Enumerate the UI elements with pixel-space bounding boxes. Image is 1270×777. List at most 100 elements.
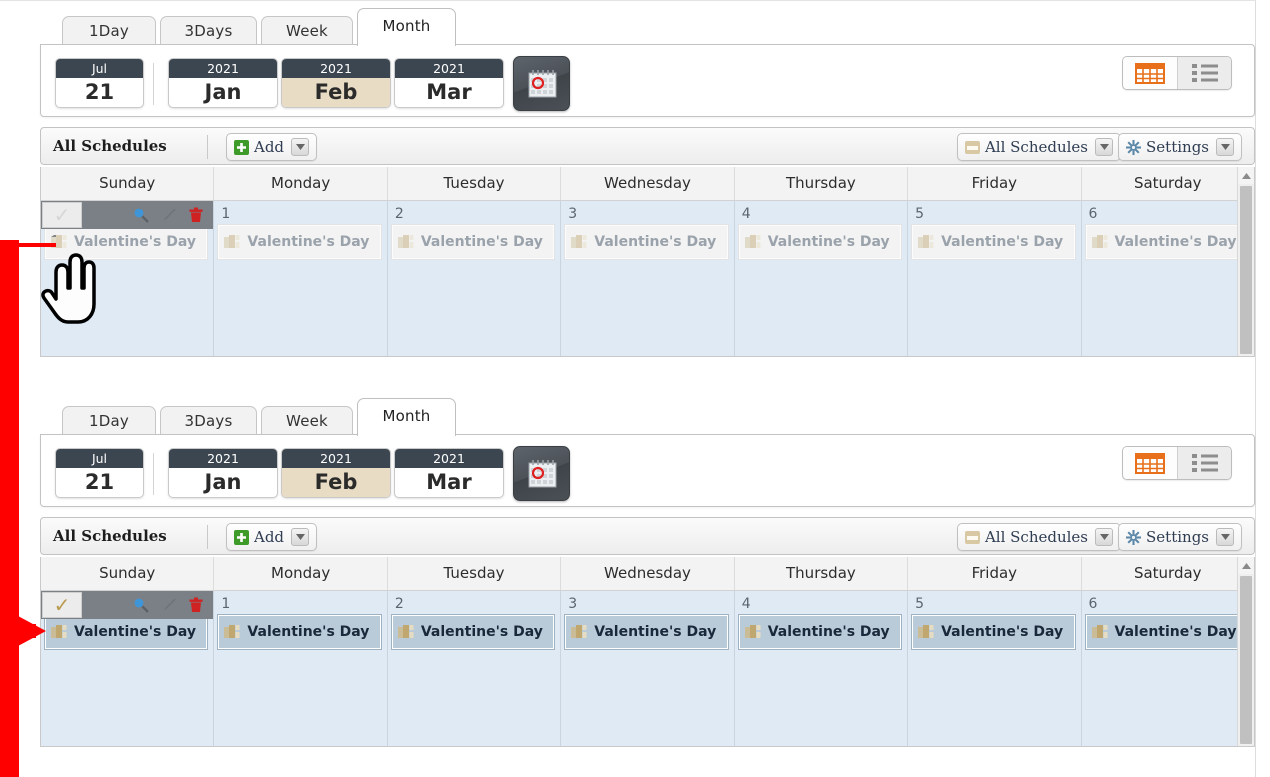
toolbar-separator [207,525,208,549]
tab-week[interactable]: Week [261,16,353,46]
day-cell-tuesday[interactable]: 2 Valentine's Day [387,591,562,746]
filter-chevron-down-icon[interactable] [1095,528,1113,546]
calendar-picker-button[interactable] [513,56,570,111]
event-chip-label: Valentine's Day [74,623,196,640]
schedule-filter-button[interactable]: All Schedules [956,133,1121,161]
settings-chevron-down-icon[interactable] [1216,138,1234,156]
calendar-view-button[interactable] [1123,57,1177,89]
event-chip[interactable]: Valentine's Day [217,614,382,650]
schedule-filter-button[interactable]: All Schedules [956,523,1121,551]
select-checkbox[interactable]: ✓ [42,202,82,228]
trash-icon[interactable] [189,207,203,223]
filter-chevron-down-icon[interactable] [1095,138,1113,156]
event-chip-label: Valentine's Day [941,623,1064,640]
settings-chevron-down-icon[interactable] [1216,528,1234,546]
event-chip[interactable]: Valentine's Day [1084,224,1249,260]
scroll-up-arrow-icon[interactable] [1238,167,1254,184]
event-chip[interactable]: Valentine's Day [564,224,729,260]
event-chip[interactable]: Valentine's Day [911,614,1076,650]
event-chip[interactable]: Valentine's Day [217,224,382,260]
weekday-wednesday: Wednesday [561,557,735,590]
day-cell-monday[interactable]: 1 Valentine's Day [214,591,388,746]
add-button-label: Add [254,528,285,546]
day-cell-thursday[interactable]: 4 Valentine's Day [734,591,909,746]
pencil-icon[interactable] [161,597,177,613]
date-button-mar[interactable]: 2021 Mar [394,448,504,498]
date-button-jan[interactable]: 2021 Jan [168,58,278,108]
event-chip-label: Valentine's Day [1114,233,1237,250]
date-button-feb[interactable]: 2021 Feb [281,448,391,498]
tab-3days[interactable]: 3Days [160,16,257,46]
event-chip[interactable]: Valentine's Day [737,614,903,650]
add-chevron-down-icon[interactable] [291,528,310,546]
event-chip-label: Valentine's Day [420,623,543,640]
date-button-day[interactable]: Jul 21 [55,448,144,498]
calendar-view-button[interactable] [1123,447,1177,479]
magnifier-icon[interactable] [133,597,150,613]
date-button-mar-year: 2021 [395,449,503,468]
day-cell-wednesday[interactable]: 3 Valentine's Day [561,591,735,746]
date-divider [153,453,154,495]
day-cell-thursday[interactable]: 4 Valentine's Day [734,201,909,356]
weekday-monday: Monday [214,167,388,200]
list-view-button[interactable] [1177,447,1231,479]
add-button[interactable]: Add [226,523,318,551]
tab-week[interactable]: Week [261,406,353,436]
pencil-icon[interactable] [161,207,177,223]
event-chip[interactable]: Valentine's Day [390,224,556,260]
select-checkbox[interactable]: ✓ [42,592,82,618]
blocks-icon [918,235,934,248]
plus-icon [234,139,249,155]
day-cell-saturday[interactable]: 6 Valentine's Day [1081,591,1254,746]
calendar-grid-icon [1135,453,1165,474]
settings-button[interactable]: Settings [1118,523,1242,551]
toolbar-title: All Schedules [53,527,167,545]
day-cell-friday[interactable]: 5 Valentine's Day [908,591,1082,746]
event-chip-label: Valentine's Day [74,233,196,250]
scrollbar-thumb[interactable] [1240,186,1252,354]
event-chip[interactable]: Valentine's Day [43,614,209,650]
annotation-bar [0,240,19,777]
date-navigation-bar-bottom: Jul 21 2021 Jan 2021 Feb 2021 Mar [40,434,1255,507]
add-chevron-down-icon[interactable] [291,138,310,156]
event-chip[interactable]: Valentine's Day [1084,614,1249,650]
trash-icon[interactable] [189,597,203,613]
tab-1day[interactable]: 1Day [62,406,156,436]
calendar-picker-icon [528,70,557,98]
event-chip[interactable]: Valentine's Day [911,224,1076,260]
weekday-friday: Friday [908,167,1082,200]
day-cell-friday[interactable]: 5 Valentine's Day [908,201,1082,356]
date-button-day-month: Jul [56,449,143,468]
list-view-button[interactable] [1177,57,1231,89]
event-chip[interactable]: Valentine's Day [390,614,556,650]
add-button[interactable]: Add [226,133,318,161]
magnifier-icon[interactable] [133,207,150,223]
settings-button[interactable]: Settings [1118,133,1242,161]
tab-month[interactable]: Month [357,8,456,46]
date-button-jan-month: Jan [204,470,242,494]
scrollbar-thumb[interactable] [1240,576,1252,744]
event-chip[interactable]: Valentine's Day [564,614,729,650]
day-cell-saturday[interactable]: 6 Valentine's Day [1081,201,1254,356]
date-button-mar[interactable]: 2021 Mar [394,58,504,108]
day-cell-sunday[interactable]: ✓ Valentine's Day [41,591,215,746]
day-cell-wednesday[interactable]: 3 Valentine's Day [561,201,735,356]
scroll-up-arrow-icon[interactable] [1238,557,1254,574]
tab-3days[interactable]: 3Days [160,406,257,436]
date-button-jan[interactable]: 2021 Jan [168,448,278,498]
date-button-feb-year: 2021 [282,449,390,468]
tab-month[interactable]: Month [357,398,456,436]
calendar-picker-button[interactable] [513,446,570,501]
tab-1day[interactable]: 1Day [62,16,156,46]
event-chip[interactable]: Valentine's Day [737,224,903,260]
date-button-day[interactable]: Jul 21 [55,58,144,108]
blocks-icon [51,235,67,248]
day-cell-tuesday[interactable]: 2 Valentine's Day [387,201,562,356]
schedule-toolbar-bottom: All Schedules Add All Schedules Settings [40,517,1255,555]
calendar-scrollbar-bottom[interactable] [1237,557,1254,746]
weekday-thursday: Thursday [735,557,909,590]
schedule-folder-icon [964,140,980,154]
date-button-feb[interactable]: 2021 Feb [281,58,391,108]
calendar-scrollbar-top[interactable] [1237,167,1254,356]
day-cell-monday[interactable]: 1 Valentine's Day [214,201,388,356]
